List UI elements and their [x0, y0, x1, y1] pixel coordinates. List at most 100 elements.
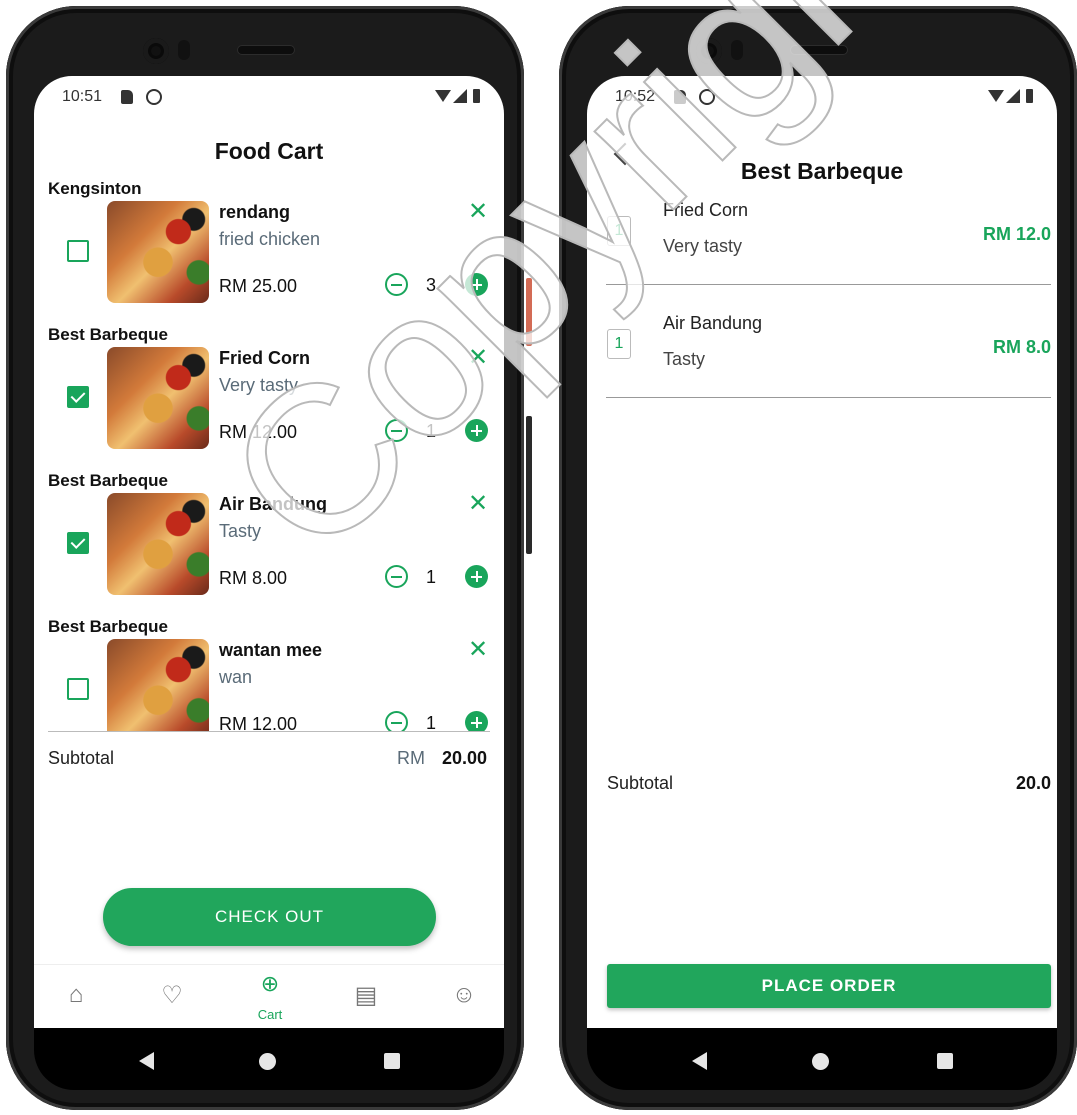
status-bar: 10:52 [615, 88, 1033, 112]
system-home-icon[interactable] [259, 1053, 276, 1070]
increase-quantity-plus-icon[interactable] [465, 419, 488, 442]
sd-card-icon [121, 90, 133, 104]
item-quantity: 3 [426, 275, 437, 295]
place-order-button[interactable]: PLACE ORDER [607, 964, 1051, 1008]
checkout-button[interactable]: CHECK OUT [103, 888, 436, 946]
system-recents-icon[interactable] [937, 1053, 953, 1069]
battery-icon [1026, 89, 1033, 103]
decrease-quantity-minus-icon[interactable] [385, 565, 408, 588]
food-image [107, 493, 209, 595]
status-time: 10:52 [615, 88, 656, 105]
shop-name: Best Barbeque [48, 617, 168, 636]
system-navigation-bar [587, 1028, 1057, 1090]
nav-item-profile[interactable]: ☺ [434, 965, 494, 1028]
food-image [107, 639, 209, 731]
order-item: 1 Fried Corn Very tasty RM 12.0 [587, 176, 1057, 288]
item-checkbox[interactable] [67, 532, 89, 554]
system-back-icon[interactable] [692, 1052, 707, 1070]
cart-item: Best Barbeque Fried Corn Very tasty RM 1… [34, 325, 504, 471]
divider [606, 284, 1051, 285]
order-item-description: Tasty [663, 349, 706, 369]
news-icon: ▤ [354, 982, 378, 1009]
order-item-name: Fried Corn [663, 200, 749, 220]
shop-name: Best Barbeque [48, 471, 168, 490]
increase-quantity-plus-icon[interactable] [465, 711, 488, 731]
item-checkbox[interactable] [67, 240, 89, 262]
system-home-icon[interactable] [812, 1053, 829, 1070]
item-price: RM 12.00 [219, 422, 298, 442]
divider [606, 397, 1051, 398]
item-price: RM 12.00 [219, 714, 298, 731]
wifi-icon [988, 90, 1004, 102]
home-icon: ⌂ [68, 981, 84, 1008]
item-description: Very tasty [219, 375, 299, 395]
item-name: wantan mee [219, 640, 323, 660]
earpiece-speaker [238, 46, 294, 54]
profile-icon: ☺ [451, 981, 477, 1008]
item-description: wan [219, 667, 253, 687]
shop-name: Best Barbeque [48, 325, 168, 344]
remove-item-close-icon[interactable]: ✕ [468, 492, 488, 516]
remove-item-close-icon[interactable]: ✕ [468, 200, 488, 224]
cart-screen: 10:51 Food Cart Kengsinton rendang fried… [34, 76, 504, 1028]
system-navigation-bar [34, 1028, 504, 1090]
divider [48, 731, 490, 732]
decrease-quantity-minus-icon[interactable] [385, 711, 408, 731]
item-checkbox[interactable] [67, 678, 89, 700]
food-image [107, 347, 209, 449]
system-back-icon[interactable] [139, 1052, 154, 1070]
order-item-quantity: 1 [607, 329, 631, 359]
power-button [526, 278, 532, 346]
nav-item-news[interactable]: ▤ [336, 965, 396, 1028]
decrease-quantity-minus-icon[interactable] [385, 273, 408, 296]
item-description: fried chicken [219, 229, 321, 249]
item-checkbox[interactable] [67, 386, 89, 408]
order-item-description: Very tasty [663, 236, 743, 256]
remove-item-close-icon[interactable]: ✕ [468, 346, 488, 370]
item-price: RM 8.00 [219, 568, 288, 588]
cart-item: Best Barbeque wantan mee wan RM 12.00 ✕ … [34, 617, 504, 731]
increase-quantity-plus-icon[interactable] [465, 565, 488, 588]
sensor-icon [178, 40, 190, 60]
remove-item-close-icon[interactable]: ✕ [468, 638, 488, 662]
phone-frame-order: 10:52 Best Barbeque 1 Fried Corn Very ta… [559, 6, 1077, 1110]
nav-item-favorites[interactable]: ♡ [142, 965, 202, 1028]
sd-card-icon [674, 90, 686, 104]
item-quantity: 1 [426, 421, 437, 441]
item-name: Fried Corn [219, 348, 311, 368]
battery-icon [473, 89, 480, 103]
item-quantity: 1 [426, 567, 437, 587]
item-description: Tasty [219, 521, 262, 541]
food-image [107, 201, 209, 303]
order-item-quantity: 1 [607, 216, 631, 246]
cart-list[interactable]: Kengsinton rendang fried chicken RM 25.0… [34, 179, 504, 731]
signal-icon [453, 89, 467, 103]
earpiece-speaker [791, 46, 847, 54]
nav-item-cart[interactable]: ⊕ Cart [240, 965, 300, 1028]
shop-name: Kengsinton [48, 179, 142, 198]
subtotal-amount: 20.0 [1015, 773, 1051, 793]
subtotal-amount: 20.00 [442, 748, 488, 768]
decrease-quantity-minus-icon[interactable] [385, 419, 408, 442]
item-name: Air Bandung [219, 494, 327, 514]
front-camera-icon [696, 38, 722, 64]
order-item-price: RM 12.0 [982, 224, 1051, 244]
item-price: RM 25.00 [219, 276, 298, 296]
subtotal-label: Subtotal [48, 748, 115, 768]
cart-item: Kengsinton rendang fried chicken RM 25.0… [34, 179, 504, 325]
subtotal-currency: RM [397, 748, 425, 768]
status-bar: 10:51 [62, 88, 480, 112]
subtotal-label: Subtotal [607, 773, 674, 793]
page-title: Food Cart [214, 138, 324, 164]
item-quantity: 1 [426, 713, 437, 731]
order-screen: 10:52 Best Barbeque 1 Fried Corn Very ta… [587, 76, 1057, 1028]
nav-item-cart-label: Cart [257, 1007, 283, 1022]
volume-button [526, 416, 532, 554]
sync-icon [699, 89, 715, 105]
nav-item-home[interactable]: ⌂ [46, 965, 106, 1028]
system-recents-icon[interactable] [384, 1053, 400, 1069]
increase-quantity-plus-icon[interactable] [465, 273, 488, 296]
favorites-icon: ♡ [161, 982, 183, 1009]
sync-icon [146, 89, 162, 105]
wifi-icon [435, 90, 451, 102]
